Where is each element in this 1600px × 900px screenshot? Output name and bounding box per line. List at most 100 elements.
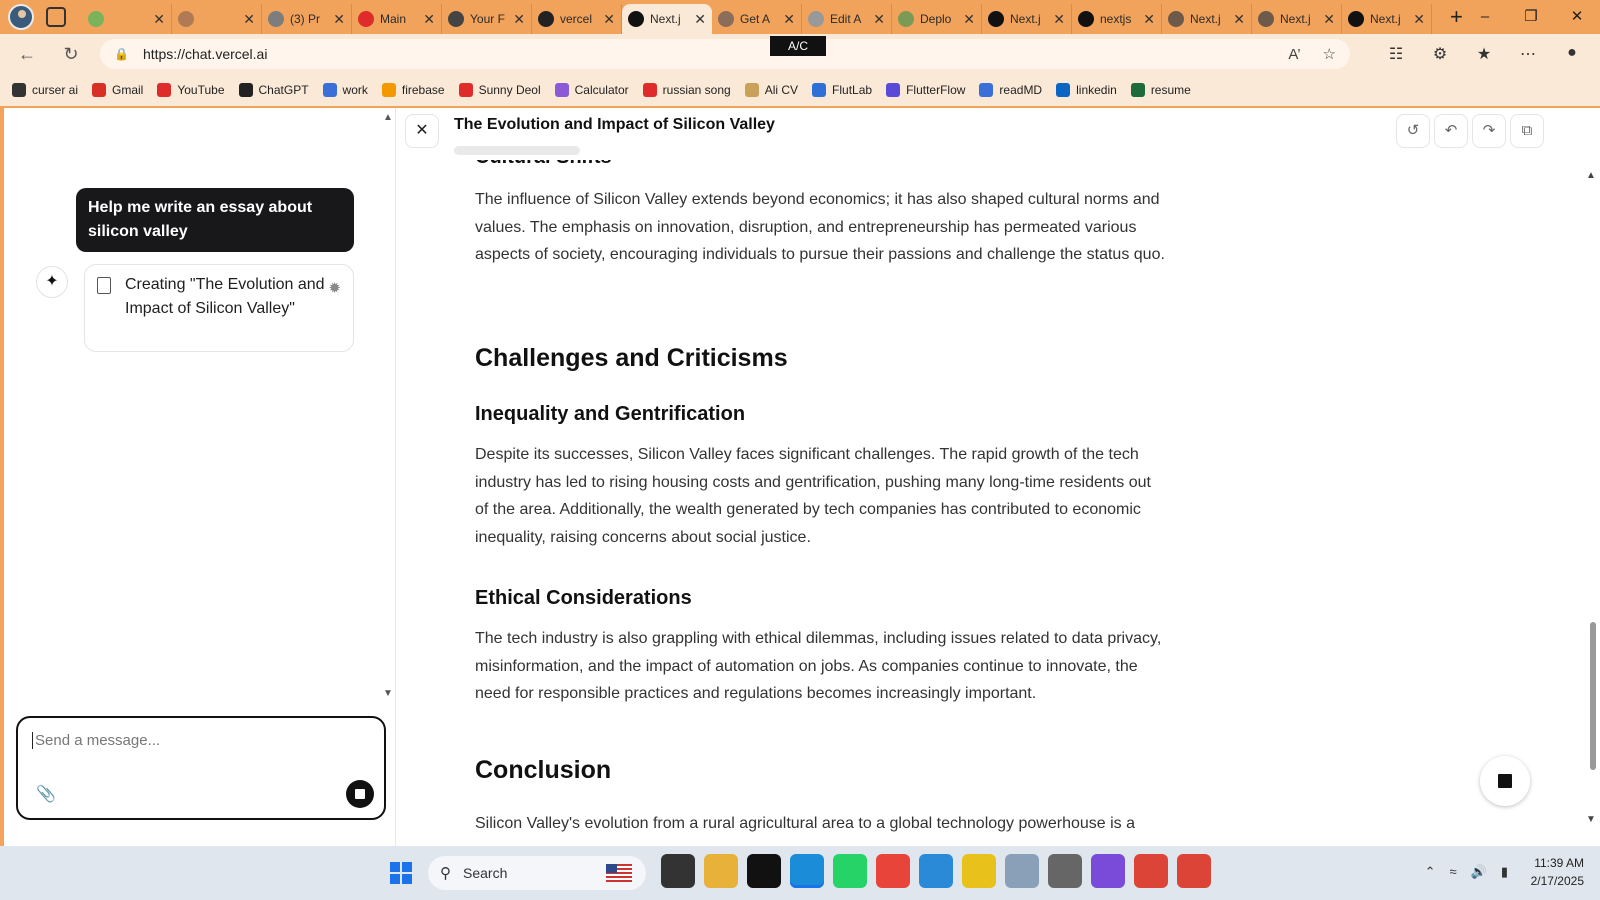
bookmark-item[interactable]: Gmail xyxy=(92,83,143,97)
scroll-up-icon[interactable]: ▲ xyxy=(383,112,393,123)
bookmark-item[interactable]: firebase xyxy=(381,83,445,97)
bookmark-item[interactable]: Ali CV xyxy=(744,83,798,97)
bookmark-item[interactable]: curser ai xyxy=(12,83,78,97)
capcut-icon[interactable] xyxy=(746,854,781,888)
browser-tab[interactable]: vercel ✕ xyxy=(532,4,622,34)
minimize-icon[interactable]: – xyxy=(1462,0,1508,34)
close-tab-icon[interactable]: ✕ xyxy=(423,11,435,28)
browser-tab[interactable]: Main ✕ xyxy=(352,4,442,34)
close-tab-icon[interactable]: ✕ xyxy=(1053,11,1065,28)
close-tab-icon[interactable]: ✕ xyxy=(963,11,975,28)
browser-tab[interactable]: Next.j ✕ xyxy=(622,4,712,34)
extensions-icon[interactable]: ⚙ xyxy=(1418,44,1462,64)
whatsapp-icon[interactable] xyxy=(832,854,867,888)
browser-tab[interactable]: Edit A ✕ xyxy=(802,4,892,34)
close-window-icon[interactable]: ✕ xyxy=(1554,0,1600,34)
bookmark-item[interactable]: readMD xyxy=(979,83,1042,97)
browser-tab[interactable]: Get A ✕ xyxy=(712,4,802,34)
chevron-up-icon[interactable]: ⌃ xyxy=(1425,864,1436,880)
url-text[interactable]: https://chat.vercel.ai xyxy=(143,46,1266,62)
favorites-icon[interactable]: ★ xyxy=(1462,44,1506,64)
close-tab-icon[interactable]: ✕ xyxy=(1323,11,1335,28)
close-tab-icon[interactable]: ✕ xyxy=(153,11,165,28)
vscode-icon[interactable] xyxy=(918,854,953,888)
browser-tab[interactable]: ✕ xyxy=(172,4,262,34)
close-tab-icon[interactable]: ✕ xyxy=(1233,11,1245,28)
anydesk-icon[interactable] xyxy=(875,854,910,888)
browser-tab[interactable]: ✕ xyxy=(82,4,172,34)
stop-generation-button[interactable] xyxy=(346,780,374,808)
new-tab-button[interactable]: + xyxy=(1450,4,1463,30)
scroll-down-icon[interactable]: ▼ xyxy=(383,688,393,699)
attachment-icon[interactable]: 📎 xyxy=(36,784,56,804)
bookmark-item[interactable]: Sunny Deol xyxy=(458,83,541,97)
chrome-icon[interactable] xyxy=(1133,854,1168,888)
volume-icon[interactable]: 🔊 xyxy=(1471,864,1487,880)
wifi-icon[interactable]: ≈ xyxy=(1450,864,1457,880)
stop-button[interactable] xyxy=(1480,756,1530,806)
clock-app-icon[interactable] xyxy=(1047,854,1082,888)
bookmark-item[interactable]: ChatGPT xyxy=(238,83,309,97)
close-artifact-button[interactable]: ✕ xyxy=(405,114,439,148)
browser-tab[interactable]: Next.j ✕ xyxy=(1342,4,1432,34)
close-tab-icon[interactable]: ✕ xyxy=(1413,11,1425,28)
edge-icon[interactable] xyxy=(789,854,824,888)
bookmark-item[interactable]: linkedin xyxy=(1056,83,1117,97)
translate-icon[interactable]: ☷ xyxy=(1374,44,1418,64)
close-tab-icon[interactable]: ✕ xyxy=(513,11,525,28)
more-menu-icon[interactable]: ⋯ xyxy=(1506,44,1550,64)
browser-tab[interactable]: Your F ✕ xyxy=(442,4,532,34)
message-input[interactable] xyxy=(32,732,352,749)
close-tab-icon[interactable]: ✕ xyxy=(243,11,255,28)
browser-tab[interactable]: Next.j ✕ xyxy=(1162,4,1252,34)
address-bar[interactable]: 🔒 https://chat.vercel.ai A’ ☆ xyxy=(100,39,1350,69)
browser-tab[interactable]: Next.j ✕ xyxy=(1252,4,1342,34)
bookmark-item[interactable]: Calculator xyxy=(554,83,629,97)
copy-icon[interactable]: ⧉ xyxy=(1510,114,1544,148)
scrollbar-thumb[interactable] xyxy=(1590,622,1596,770)
close-tab-icon[interactable]: ✕ xyxy=(333,11,345,28)
close-tab-icon[interactable]: ✕ xyxy=(603,11,615,28)
undo-icon[interactable]: ↶ xyxy=(1434,114,1468,148)
folder-icon[interactable] xyxy=(703,854,738,888)
chart-app-icon[interactable] xyxy=(1004,854,1039,888)
taskbar-search[interactable]: ⚲ Search xyxy=(428,856,646,890)
browser-tab[interactable]: Next.j ✕ xyxy=(982,4,1072,34)
read-aloud-icon[interactable]: A’ xyxy=(1288,46,1300,63)
artifact-scrollbar[interactable]: ▲ ▼ xyxy=(1584,108,1600,846)
bookmark-item[interactable]: russian song xyxy=(642,83,731,97)
restore-icon[interactable]: ❐ xyxy=(1508,0,1554,34)
profile-avatar[interactable] xyxy=(8,4,34,30)
redo-icon[interactable]: ↷ xyxy=(1472,114,1506,148)
bookmark-item[interactable]: YouTube xyxy=(157,83,225,97)
app-icon[interactable] xyxy=(961,854,996,888)
copilot-icon[interactable]: ● xyxy=(1550,44,1594,64)
chrome-icon[interactable] xyxy=(1176,854,1211,888)
windows-start-icon[interactable] xyxy=(390,862,412,884)
scroll-down-icon[interactable]: ▼ xyxy=(1586,814,1596,825)
bookmark-item[interactable]: work xyxy=(322,83,368,97)
bookmark-item[interactable]: FlutterFlow xyxy=(886,83,965,97)
visual-studio-icon[interactable] xyxy=(1090,854,1125,888)
workspaces-icon[interactable] xyxy=(46,7,66,27)
bookmark-item[interactable]: resume xyxy=(1130,83,1191,97)
close-tab-icon[interactable]: ✕ xyxy=(1143,11,1155,28)
scroll-up-icon[interactable]: ▲ xyxy=(1586,170,1596,181)
battery-icon[interactable]: ▮ xyxy=(1501,864,1508,880)
artifact-status-card[interactable]: Creating "The Evolution and Impact of Si… xyxy=(84,264,354,352)
refresh-icon[interactable]: ↻ xyxy=(54,44,88,65)
version-history-icon[interactable]: ↺ xyxy=(1396,114,1430,148)
lock-icon[interactable]: 🔒 xyxy=(114,47,129,61)
back-icon[interactable]: ← xyxy=(10,44,44,65)
bookmark-item[interactable]: FlutLab xyxy=(812,83,872,97)
close-tab-icon[interactable]: ✕ xyxy=(694,11,706,28)
browser-tab[interactable]: (3) Pr ✕ xyxy=(262,4,352,34)
favorite-star-icon[interactable]: ☆ xyxy=(1323,45,1336,63)
close-tab-icon[interactable]: ✕ xyxy=(873,11,885,28)
chat-scrollbar[interactable]: ▲ ▼ xyxy=(381,108,395,708)
clock[interactable]: 11:39 AM 2/17/2025 xyxy=(1531,854,1584,890)
browser-tab[interactable]: nextjs ✕ xyxy=(1072,4,1162,34)
close-tab-icon[interactable]: ✕ xyxy=(783,11,795,28)
file-explorer-icon[interactable] xyxy=(660,854,695,888)
browser-tab[interactable]: Deplo ✕ xyxy=(892,4,982,34)
